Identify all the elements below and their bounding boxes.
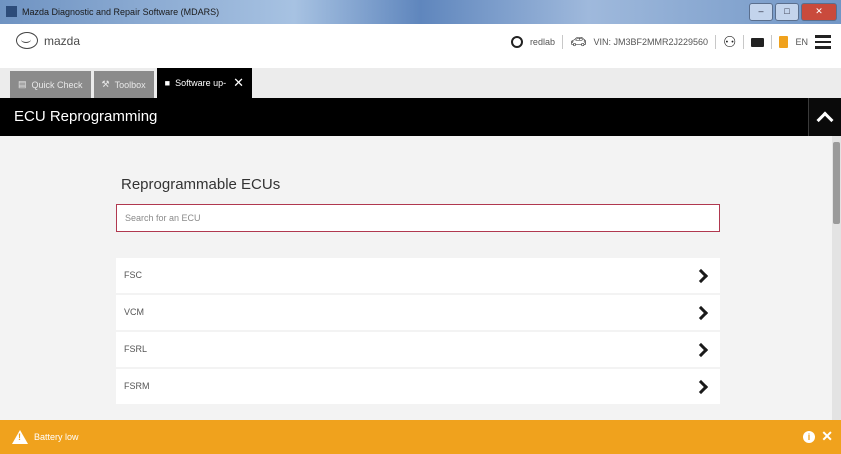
page-title: ECU Reprogramming (14, 108, 158, 125)
info-icon[interactable]: i (803, 431, 815, 443)
status-message: Battery low (34, 432, 79, 442)
window-title: Mazda Diagnostic and Repair Software (MD… (22, 7, 220, 17)
tab-bar: ▤ Quick Check ⚒ Toolbox ■ Software up- ✕ (0, 68, 253, 98)
list-item[interactable]: FSC (116, 258, 720, 293)
status-bar: Battery low i ✕ (0, 420, 841, 454)
chevron-up-icon (816, 111, 834, 129)
list-item[interactable]: FSRL (116, 332, 720, 367)
tab-software-update[interactable]: ■ Software up- ✕ (156, 68, 253, 98)
collapse-button[interactable] (808, 98, 841, 136)
app-header: mazda redlab 🚗︎ VIN: JM3BF2MMR2J229560 ⚇… (0, 24, 841, 68)
user-name: redlab (529, 37, 555, 47)
chevron-right-icon (693, 379, 709, 395)
warning-icon (12, 430, 28, 444)
mazda-logo-icon (16, 32, 38, 49)
section-header: ECU Reprogramming (0, 98, 841, 136)
scrollbar-thumb[interactable] (833, 142, 840, 224)
panel-title: Reprogrammable ECUs (121, 176, 281, 193)
battery-icon[interactable] (779, 36, 789, 48)
ecu-list: FSC VCM FSRL FSRM (116, 258, 720, 406)
wrench-icon: ⚒ (101, 79, 110, 89)
ecu-label: FSRL (124, 344, 148, 354)
brand: mazda (16, 32, 80, 49)
list-item[interactable]: VCM (116, 295, 720, 330)
tab-label: Quick Check (31, 79, 83, 90)
chevron-right-icon (693, 305, 709, 321)
close-window-button[interactable]: ✕ (801, 3, 837, 21)
ecu-label: VCM (124, 307, 144, 317)
app-icon (6, 6, 17, 17)
close-icon[interactable]: ✕ (821, 428, 833, 445)
tab-label: Software up- (175, 78, 227, 88)
ecu-label: FSC (124, 270, 142, 280)
user-icon[interactable] (510, 36, 523, 48)
ecu-search-input[interactable] (116, 204, 720, 232)
language-label[interactable]: EN (795, 37, 808, 47)
software-icon: ■ (164, 78, 171, 88)
tab-toolbox[interactable]: ⚒ Toolbox (93, 71, 154, 98)
maximize-button[interactable]: □ (775, 3, 799, 21)
tab-label: Toolbox (114, 79, 146, 90)
divider (715, 35, 717, 49)
minimize-button[interactable]: – (749, 3, 773, 21)
interface-card-icon[interactable] (751, 37, 765, 47)
divider (561, 35, 563, 49)
quick-check-icon: ▤ (18, 79, 27, 89)
chevron-right-icon (693, 268, 709, 284)
divider (771, 35, 773, 49)
main-content: Reprogrammable ECUs FSC VCM FSRL FSRM (0, 136, 832, 420)
chevron-right-icon (693, 342, 709, 358)
car-icon[interactable]: 🚗︎ (570, 34, 587, 50)
scrollbar[interactable] (832, 136, 841, 420)
hamburger-menu-icon[interactable] (815, 35, 831, 49)
tab-quick-check[interactable]: ▤ Quick Check (10, 71, 91, 98)
tab-close-icon[interactable]: ✕ (233, 75, 244, 91)
window-titlebar: Mazda Diagnostic and Repair Software (MD… (0, 0, 841, 24)
person-icon[interactable]: ⚇ (723, 33, 736, 51)
divider (743, 35, 745, 49)
vin-label: VIN: JM3BF2MMR2J229560 (593, 37, 709, 47)
window-controls: – □ ✕ (749, 3, 837, 21)
list-item[interactable]: FSRM (116, 369, 720, 404)
header-toolbar: redlab 🚗︎ VIN: JM3BF2MMR2J229560 ⚇ EN (510, 33, 831, 51)
brand-name: mazda (44, 33, 81, 48)
ecu-label: FSRM (124, 381, 150, 391)
